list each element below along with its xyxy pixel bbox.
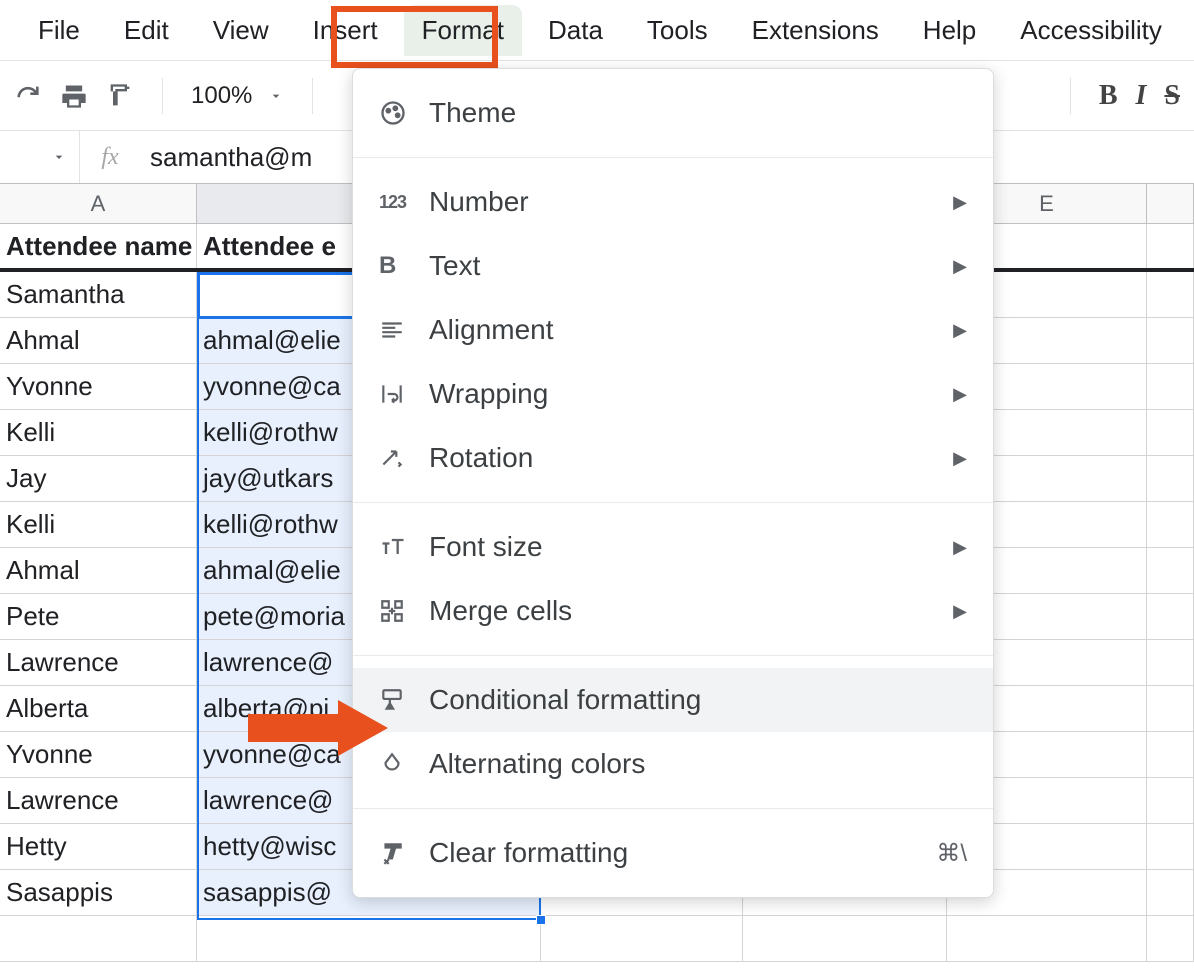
zoom-value: 100% — [191, 82, 252, 110]
alternating-colors-icon — [379, 751, 429, 777]
clear-formatting-icon — [379, 840, 429, 866]
menu-item-label: Rotation — [429, 442, 953, 474]
submenu-arrow-icon: ▶ — [953, 537, 967, 558]
menubar: File Edit View Insert Format Data Tools … — [0, 0, 1194, 60]
menu-item-shortcut: ⌘\ — [936, 839, 967, 868]
submenu-arrow-icon: ▶ — [953, 256, 967, 277]
menu-item-wrapping[interactable]: Wrapping ▶ — [353, 362, 993, 426]
number-icon: 123 — [379, 192, 429, 213]
menu-item-rotation[interactable]: Rotation ▶ — [353, 426, 993, 490]
column-header-f[interactable] — [1147, 184, 1194, 223]
rotation-icon — [379, 445, 429, 471]
menu-item-label: Clear formatting — [429, 837, 936, 869]
menu-item-number[interactable]: 123 Number ▶ — [353, 170, 993, 234]
chevron-down-icon — [268, 88, 284, 104]
format-dropdown-menu: Theme 123 Number ▶ B Text ▶ Alignment ▶ … — [352, 68, 994, 898]
chevron-down-icon — [51, 149, 67, 165]
menu-tools[interactable]: Tools — [629, 5, 726, 56]
menu-item-label: Text — [429, 250, 953, 282]
cell-name[interactable]: Jay — [0, 456, 197, 501]
menu-separator — [353, 157, 993, 158]
paint-format-icon[interactable] — [106, 82, 134, 110]
menu-item-label: Merge cells — [429, 595, 953, 627]
menu-accessibility[interactable]: Accessibility — [1002, 5, 1180, 56]
cell-name[interactable]: Lawrence — [0, 640, 197, 685]
cell-name[interactable]: Kelli — [0, 410, 197, 455]
cell-name[interactable]: Lawrence — [0, 778, 197, 823]
menu-separator — [353, 808, 993, 809]
menu-item-label: Alignment — [429, 314, 953, 346]
name-box[interactable] — [0, 131, 80, 183]
cell-name[interactable]: Yvonne — [0, 364, 197, 409]
fill-handle[interactable] — [536, 915, 546, 925]
menu-insert[interactable]: Insert — [295, 5, 396, 56]
submenu-arrow-icon: ▶ — [953, 384, 967, 405]
menu-view[interactable]: View — [195, 5, 287, 56]
bold-icon: B — [379, 252, 429, 280]
menu-item-theme[interactable]: Theme — [353, 81, 993, 145]
toolbar-divider — [312, 78, 313, 114]
strikethrough-icon[interactable]: S — [1164, 80, 1180, 112]
menu-item-alternating-colors[interactable]: Alternating colors — [353, 732, 993, 796]
merge-cells-icon — [379, 598, 429, 624]
cell-name[interactable]: Yvonne — [0, 732, 197, 777]
toolbar-divider — [1070, 78, 1071, 114]
cell-name[interactable]: Samantha — [0, 272, 197, 317]
menu-item-label: Font size — [429, 531, 953, 563]
menu-item-text[interactable]: B Text ▶ — [353, 234, 993, 298]
fx-label: fx — [80, 144, 140, 171]
header-attendee-name[interactable]: Attendee name — [0, 224, 197, 268]
menu-item-conditional-formatting[interactable]: Conditional formatting — [353, 668, 993, 732]
cell-name[interactable]: Ahmal — [0, 548, 197, 593]
submenu-arrow-icon: ▶ — [953, 192, 967, 213]
menu-item-label: Theme — [429, 97, 967, 129]
theme-icon — [379, 99, 429, 127]
menu-item-label: Alternating colors — [429, 748, 967, 780]
menu-separator — [353, 502, 993, 503]
menu-item-label: Number — [429, 186, 953, 218]
menu-format[interactable]: Format — [404, 5, 522, 56]
menu-edit[interactable]: Edit — [106, 5, 187, 56]
menu-item-merge-cells[interactable]: Merge cells ▶ — [353, 579, 993, 643]
conditional-formatting-icon — [379, 687, 429, 713]
redo-icon[interactable] — [14, 82, 42, 110]
cell-name[interactable]: Pete — [0, 594, 197, 639]
zoom-dropdown[interactable]: 100% — [191, 82, 284, 110]
cell-name[interactable]: Hetty — [0, 824, 197, 869]
menu-file[interactable]: File — [20, 5, 98, 56]
table-row-empty — [0, 916, 1194, 962]
menu-item-clear-formatting[interactable]: Clear formatting ⌘\ — [353, 821, 993, 885]
submenu-arrow-icon: ▶ — [953, 601, 967, 622]
wrapping-icon — [379, 381, 429, 407]
cell-name[interactable]: Kelli — [0, 502, 197, 547]
cell-name[interactable]: Ahmal — [0, 318, 197, 363]
toolbar-divider — [162, 78, 163, 114]
menu-item-alignment[interactable]: Alignment ▶ — [353, 298, 993, 362]
submenu-arrow-icon: ▶ — [953, 320, 967, 341]
menu-extensions[interactable]: Extensions — [734, 5, 897, 56]
menu-separator — [353, 655, 993, 656]
cell-name[interactable]: Sasappis — [0, 870, 197, 915]
submenu-arrow-icon: ▶ — [953, 448, 967, 469]
bold-icon[interactable]: B — [1099, 80, 1118, 112]
column-header-a[interactable]: A — [0, 184, 197, 223]
font-size-icon — [379, 533, 429, 561]
menu-item-label: Conditional formatting — [429, 684, 967, 716]
menu-help[interactable]: Help — [905, 5, 994, 56]
menu-data[interactable]: Data — [530, 5, 621, 56]
cell-name[interactable]: Alberta — [0, 686, 197, 731]
alignment-icon — [379, 317, 429, 343]
menu-item-label: Wrapping — [429, 378, 953, 410]
menu-item-font-size[interactable]: Font size ▶ — [353, 515, 993, 579]
italic-icon[interactable]: I — [1136, 80, 1147, 112]
print-icon[interactable] — [60, 82, 88, 110]
